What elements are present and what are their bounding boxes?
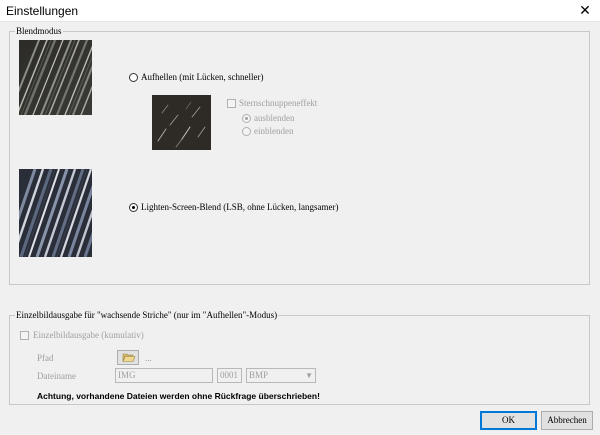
aufhellen-label[interactable]: Aufhellen (mit Lücken, schneller) xyxy=(141,72,263,83)
ok-button[interactable]: OK xyxy=(480,411,537,430)
blendmodus-legend: Blendmodus xyxy=(15,26,63,37)
dateiname-input[interactable]: IMG xyxy=(115,368,213,383)
title-bar: Einstellungen ✕ xyxy=(0,0,600,22)
cancel-button[interactable]: Abbrechen xyxy=(541,411,593,430)
aufhellen-radio[interactable] xyxy=(129,73,138,82)
number-input[interactable]: 0001 xyxy=(217,368,242,383)
lsb-preview-image xyxy=(19,169,92,257)
browse-folder-button[interactable] xyxy=(117,350,139,365)
format-select-value: BMP xyxy=(249,370,269,380)
pfad-value: ... xyxy=(145,353,152,363)
overwrite-warning: Achtung, vorhandene Dateien werden ohne … xyxy=(37,391,320,401)
pfad-label: Pfad xyxy=(37,353,54,363)
einzelbild-checkbox-label: Einzelbildausgabe (kumulativ) xyxy=(33,330,144,340)
chevron-down-icon: ▼ xyxy=(305,371,313,380)
close-icon[interactable]: ✕ xyxy=(576,1,594,19)
sternschnuppen-preview-image xyxy=(152,95,211,150)
ausblenden-label: ausblenden xyxy=(254,113,295,123)
aufhellen-preview-image xyxy=(19,40,92,115)
einblenden-label: einblenden xyxy=(254,126,294,136)
einblenden-radio[interactable] xyxy=(242,127,251,136)
format-select[interactable]: BMP ▼ xyxy=(246,368,316,383)
folder-open-icon xyxy=(122,352,136,365)
ausblenden-radio[interactable] xyxy=(242,114,251,123)
lsb-label[interactable]: Lighten-Screen-Blend (LSB, ohne Lücken, … xyxy=(141,202,338,213)
lsb-radio[interactable] xyxy=(129,203,138,212)
window-title: Einstellungen xyxy=(6,4,79,18)
einzelbild-legend: Einzelbildausgabe für "wachsende Striche… xyxy=(15,310,279,321)
blendmodus-group: Blendmodus xyxy=(9,26,590,285)
einzelbild-checkbox[interactable] xyxy=(20,331,29,340)
sternschnuppen-label: Sternschnuppeneffekt xyxy=(239,98,318,108)
dateiname-label: Dateiname xyxy=(37,371,76,381)
sternschnuppen-checkbox[interactable] xyxy=(227,99,236,108)
